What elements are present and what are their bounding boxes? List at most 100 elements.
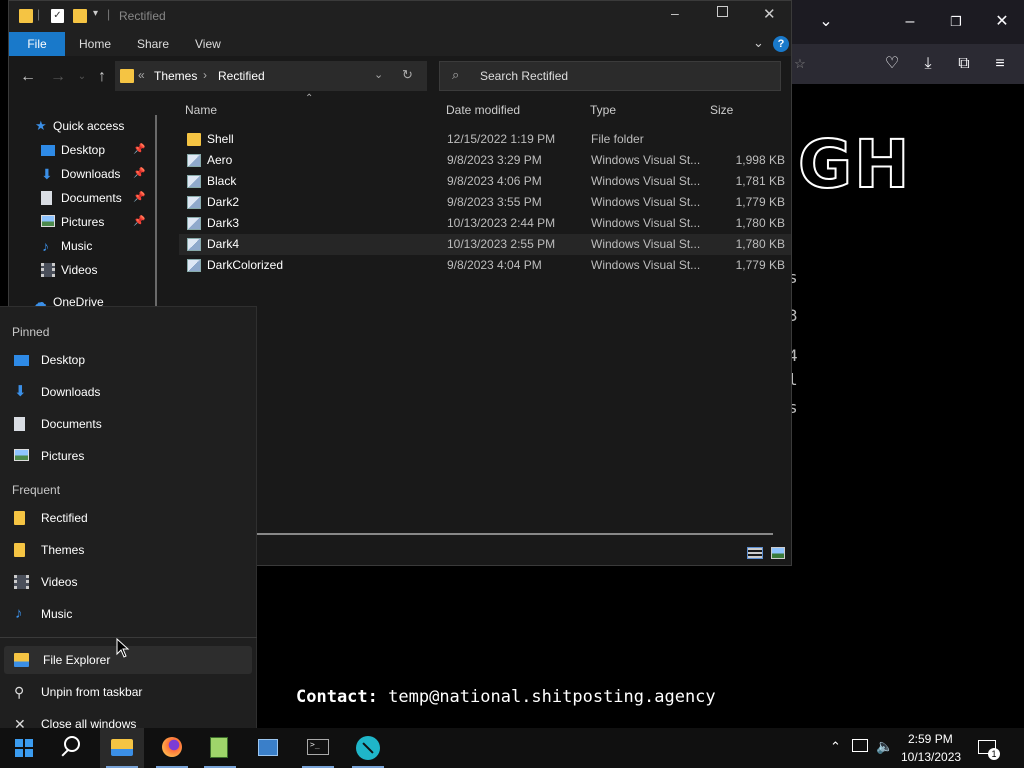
taskbar-app[interactable]: [346, 728, 390, 768]
file-type: Windows Visual St...: [591, 174, 701, 188]
separator: |: [107, 7, 111, 21]
breadcrumb-rectified[interactable]: Rectified: [218, 69, 265, 83]
download-icon: ⬇: [41, 166, 53, 182]
menu-icon[interactable]: ≡: [988, 52, 1012, 76]
up-icon[interactable]: ↑: [91, 66, 113, 88]
large-icons-view-icon[interactable]: [771, 547, 785, 559]
forward-icon[interactable]: →: [47, 66, 69, 88]
expand-ribbon-icon[interactable]: ⌄: [753, 35, 764, 51]
minimize-icon[interactable]: –: [671, 5, 679, 21]
nav-downloads[interactable]: ⬇ Downloads 📌: [9, 163, 159, 185]
jumplist-close-all[interactable]: ✕ Close all windows: [4, 710, 252, 730]
search-button[interactable]: [50, 728, 94, 768]
file-list: Name ⌃ Date modified Type Size Shell 12/1…: [169, 93, 791, 537]
address-dropdown-icon[interactable]: ⌄: [374, 68, 383, 81]
file-type: Windows Visual St...: [591, 237, 701, 251]
recent-locations-icon[interactable]: ⌄: [71, 66, 93, 88]
jumplist-label: Documents: [41, 417, 102, 431]
pin-icon: 📌: [133, 216, 146, 227]
nav-quick-access[interactable]: ★ Quick access: [9, 115, 159, 137]
maximize-icon[interactable]: [717, 6, 728, 17]
frequent-header: Frequent: [12, 483, 61, 497]
extensions-icon[interactable]: ⧉: [952, 52, 976, 76]
file-row[interactable]: DarkColorized 9/8/2023 4:04 PM Windows Vis…: [179, 255, 791, 276]
customize-toolbar-icon[interactable]: ▾: [93, 8, 98, 19]
show-hidden-icons-icon[interactable]: ⌃: [830, 739, 841, 755]
refresh-icon[interactable]: ↻: [402, 67, 413, 83]
file-row[interactable]: Dark4 10/13/2023 2:55 PM Windows Visual St…: [179, 234, 791, 255]
properties-icon[interactable]: ✓: [51, 9, 64, 23]
jumplist-label: Pictures: [41, 449, 85, 463]
back-icon[interactable]: ←: [17, 66, 39, 88]
jumplist-frequent-music[interactable]: ♪ Music: [4, 600, 252, 628]
column-type[interactable]: Type: [590, 103, 616, 117]
nav-music[interactable]: ♪ Music: [9, 235, 159, 257]
breadcrumb-themes[interactable]: Themes: [154, 69, 197, 83]
tab-home[interactable]: Home: [67, 32, 123, 56]
taskbar-jump-list: Pinned Desktop ⬇ Downloads Documents Pic…: [0, 306, 257, 730]
close-icon[interactable]: ✕: [763, 5, 776, 23]
minimize-icon[interactable]: –: [898, 10, 922, 34]
jumplist-pinned-desktop[interactable]: Desktop: [4, 346, 252, 374]
horizontal-scrollbar[interactable]: [257, 533, 773, 535]
download-icon: ⬇: [14, 383, 27, 400]
restore-icon[interactable]: ❐: [944, 10, 968, 34]
clock-date[interactable]: 10/13/2023: [901, 750, 961, 764]
taskbar-file-explorer[interactable]: [100, 728, 144, 768]
theme-file-icon: [187, 259, 201, 272]
file-row[interactable]: Aero 9/8/2023 3:29 PM Windows Visual St...…: [179, 150, 791, 171]
file-name: Dark3: [207, 216, 240, 230]
jumplist-pinned-pictures[interactable]: Pictures: [4, 442, 252, 470]
file-row[interactable]: Black 9/8/2023 4:06 PM Windows Visual St..…: [179, 171, 791, 192]
download-icon[interactable]: ⤓: [916, 52, 940, 76]
jumplist-label: Music: [41, 607, 73, 621]
file-row[interactable]: Shell 12/15/2022 1:19 PM File folder: [179, 129, 791, 150]
file-row[interactable]: Dark3 10/13/2023 2:44 PM Windows Visual St…: [179, 213, 791, 234]
pocket-icon[interactable]: ♡: [880, 52, 904, 76]
taskbar-network-tool[interactable]: [246, 728, 290, 768]
jumplist-pinned-documents[interactable]: Documents: [4, 410, 252, 438]
column-date-modified[interactable]: Date modified: [446, 103, 520, 117]
jumplist-frequent-videos[interactable]: Videos: [4, 568, 252, 596]
nav-scrollbar[interactable]: [155, 115, 157, 335]
jumplist-pinned-downloads[interactable]: ⬇ Downloads: [4, 378, 252, 406]
nav-videos[interactable]: Videos: [9, 259, 159, 281]
folder-icon: [14, 543, 25, 557]
search-input[interactable]: Search Rectified: [480, 69, 568, 83]
column-name[interactable]: Name: [185, 103, 217, 117]
close-icon[interactable]: ✕: [990, 10, 1014, 34]
file-name: Black: [207, 174, 237, 188]
breadcrumb-overflow-icon[interactable]: «: [138, 68, 145, 82]
jumplist-label: Desktop: [41, 353, 86, 367]
tab-view[interactable]: View: [183, 32, 233, 56]
clock-time[interactable]: 2:59 PM: [908, 732, 953, 746]
star-icon: ★: [35, 118, 47, 133]
nav-desktop[interactable]: Desktop 📌: [9, 139, 159, 161]
details-view-icon[interactable]: [747, 547, 763, 559]
windows-logo-icon: [25, 749, 33, 757]
tab-share[interactable]: Share: [125, 32, 181, 56]
jumplist-unpin[interactable]: ⚲ Unpin from taskbar: [4, 678, 252, 706]
nav-pictures[interactable]: Pictures 📌: [9, 211, 159, 233]
file-type: Windows Visual St...: [591, 216, 701, 230]
start-button[interactable]: [2, 728, 46, 768]
jumplist-frequent-themes[interactable]: Themes: [4, 536, 252, 564]
document-icon: [14, 417, 25, 431]
search-box[interactable]: ⌕ Search Rectified: [439, 61, 781, 91]
taskbar-terminal[interactable]: >_: [296, 728, 340, 768]
tab-file[interactable]: File: [9, 32, 65, 56]
desktop-icon: [14, 355, 29, 366]
file-name: Aero: [207, 153, 233, 167]
nav-documents[interactable]: Documents 📌: [9, 187, 159, 209]
column-size[interactable]: Size: [710, 103, 733, 117]
volume-muted-icon[interactable]: 🔈: [876, 738, 893, 755]
taskbar-firefox[interactable]: [150, 728, 194, 768]
network-icon[interactable]: [852, 739, 868, 752]
taskbar-notepadpp[interactable]: [198, 728, 242, 768]
file-row[interactable]: Dark2 9/8/2023 3:55 PM Windows Visual St..…: [179, 192, 791, 213]
new-folder-icon[interactable]: [73, 9, 87, 23]
chevron-down-icon[interactable]: ⌄: [814, 10, 838, 34]
help-icon[interactable]: ?: [773, 36, 789, 52]
jumplist-frequent-rectified[interactable]: Rectified: [4, 504, 252, 532]
address-bar[interactable]: « Themes › Rectified ⌄ ↻: [115, 61, 427, 91]
